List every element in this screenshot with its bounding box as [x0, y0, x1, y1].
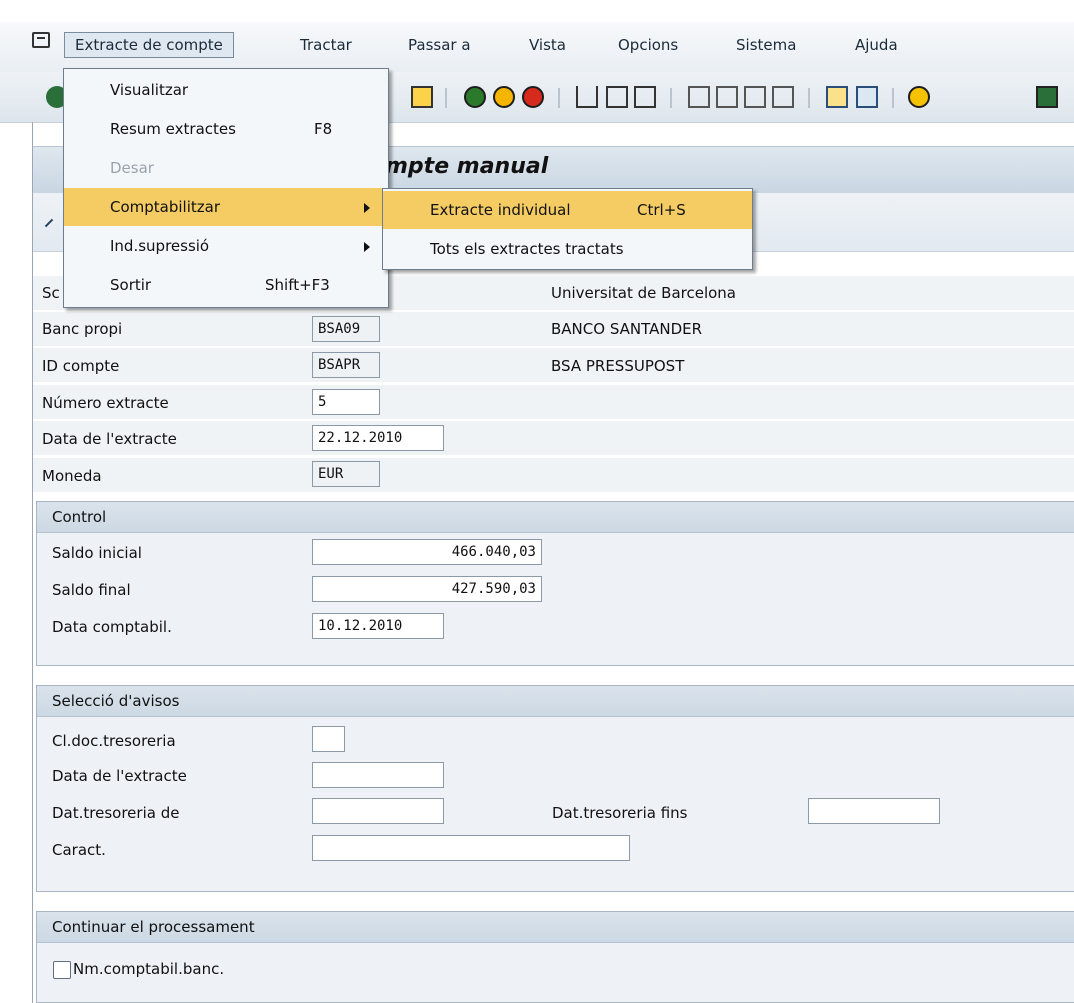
menu-opcions[interactable]: Opcions: [618, 36, 678, 54]
menu-item-label: Comptabilitzar: [110, 198, 220, 216]
banc-propi-field: BSA09: [312, 316, 380, 342]
moneda-label: Moneda: [42, 467, 102, 485]
previous-page-icon[interactable]: [716, 86, 738, 108]
nm-comptabil-banc-label: Nm.comptabil.banc.: [73, 960, 225, 978]
menu-item-shortcut: F8: [314, 120, 333, 138]
form-row: [33, 385, 1074, 419]
id-compte-field: BSAPR: [312, 352, 380, 378]
form-row: [33, 421, 1074, 455]
seleccio-avisos-header: [37, 686, 1074, 717]
toolbar-separator: [558, 88, 560, 108]
submenu-arrow-icon: [364, 203, 370, 213]
help-icon[interactable]: [908, 86, 930, 108]
find-icon[interactable]: [606, 86, 628, 108]
next-page-icon[interactable]: [744, 86, 766, 108]
numero-extracte-field[interactable]: 5: [312, 389, 380, 415]
menu-item-shortcut: Shift+F3: [265, 276, 330, 294]
caract-label: Caract.: [52, 841, 106, 859]
menu-item-desar: Desar: [64, 149, 388, 187]
save-icon[interactable]: [411, 86, 433, 108]
comptabilitzar-submenu: Extracte individual Ctrl+S Tots els extr…: [382, 188, 753, 270]
menu-vista[interactable]: Vista: [529, 36, 566, 54]
societat-description: Universitat de Barcelona: [551, 284, 736, 302]
toolbar-separator: [670, 88, 672, 108]
back-icon[interactable]: [464, 86, 486, 108]
menu-item-sortir[interactable]: Sortir Shift+F3: [64, 266, 388, 304]
nm-comptabil-banc-checkbox[interactable]: [53, 961, 71, 979]
data-comptabil-field[interactable]: 10.12.2010: [312, 613, 444, 639]
menu-sistema[interactable]: Sistema: [736, 36, 796, 54]
saldo-final-label: Saldo final: [52, 581, 131, 599]
extracte-de-compte-menu: Visualitzar Resum extractes F8 Desar Com…: [63, 68, 389, 308]
societat-label: Sc: [42, 284, 60, 302]
submenu-item-shortcut: Ctrl+S: [637, 201, 686, 219]
toolbar-separator: [892, 88, 894, 108]
submenu-item-label: Tots els extractes tractats: [430, 240, 624, 258]
page-title: mpte manual: [385, 154, 549, 179]
shortcut-icon[interactable]: [856, 86, 878, 108]
menu-item-label: Sortir: [110, 276, 152, 294]
dat-tresoreria-fins-label: Dat.tresoreria fins: [552, 804, 688, 822]
last-page-icon[interactable]: [772, 86, 794, 108]
dat-tresoreria-de-label: Dat.tresoreria de: [52, 804, 180, 822]
menu-item-ind-supressio[interactable]: Ind.supressió: [64, 227, 388, 265]
print-icon[interactable]: [576, 86, 598, 108]
first-page-icon[interactable]: [688, 86, 710, 108]
find-next-icon[interactable]: [634, 86, 656, 108]
cl-doc-tresoreria-field[interactable]: [312, 726, 345, 752]
menu-extracte-de-compte[interactable]: Extracte de compte: [64, 32, 234, 58]
menu-item-resum-extractes[interactable]: Resum extractes F8: [64, 110, 388, 148]
continuar-processament-title: Continuar el processament: [52, 918, 255, 936]
menu-tractar[interactable]: Tractar: [300, 36, 352, 54]
control-group: Control Saldo inicial 466.040,03 Saldo f…: [36, 501, 1074, 666]
menu-item-label: Resum extractes: [110, 120, 236, 138]
submenu-item-extracte-individual[interactable]: Extracte individual Ctrl+S: [383, 191, 752, 229]
seleccio-avisos-group: Selecció d'avisos Cl.doc.tresoreria Data…: [36, 685, 1074, 892]
toolbar-separator: [808, 88, 810, 108]
moneda-field: EUR: [312, 461, 380, 487]
frame-border: [32, 122, 33, 1003]
control-group-title: Control: [52, 508, 107, 526]
caract-field[interactable]: [312, 835, 630, 861]
new-session-icon[interactable]: [826, 86, 848, 108]
seleccio-data-extracte-label: Data de l'extracte: [52, 767, 187, 785]
numero-extracte-label: Número extracte: [42, 394, 169, 412]
system-menu-icon[interactable]: [32, 32, 50, 48]
cancel-icon[interactable]: [522, 86, 544, 108]
cl-doc-tresoreria-label: Cl.doc.tresoreria: [52, 732, 176, 750]
seleccio-avisos-title: Selecció d'avisos: [52, 692, 180, 710]
saldo-final-field[interactable]: 427.590,03: [312, 576, 542, 602]
submenu-item-label: Extracte individual: [430, 201, 571, 219]
submenu-item-tots-els-extractes[interactable]: Tots els extractes tractats: [383, 230, 752, 268]
menu-item-comptabilitzar[interactable]: Comptabilitzar: [64, 188, 388, 226]
data-extracte-label: Data de l'extracte: [42, 430, 177, 448]
exit-icon[interactable]: [493, 86, 515, 108]
submenu-arrow-icon: [364, 242, 370, 252]
menu-item-label: Ind.supressió: [110, 237, 210, 255]
data-comptabil-label: Data comptabil.: [52, 618, 172, 636]
toolbar-separator: [445, 88, 447, 108]
banc-propi-label: Banc propi: [42, 320, 123, 338]
id-compte-description: BSA PRESSUPOST: [551, 357, 685, 375]
menu-passar-a[interactable]: Passar a: [408, 36, 471, 54]
form-row: [33, 458, 1074, 492]
dat-tresoreria-fins-field[interactable]: [808, 798, 940, 824]
menu-item-visualitzar[interactable]: Visualitzar: [64, 71, 388, 109]
id-compte-label: ID compte: [42, 357, 120, 375]
control-group-header: [37, 502, 1074, 533]
continuar-processament-group: Continuar el processament Nm.comptabil.b…: [36, 911, 1074, 1003]
layout-icon[interactable]: [1036, 86, 1058, 108]
banc-propi-description: BANCO SANTANDER: [551, 320, 703, 338]
menu-ajuda[interactable]: Ajuda: [855, 36, 898, 54]
menu-item-label: Visualitzar: [110, 81, 189, 99]
menu-item-label: Desar: [110, 159, 154, 177]
saldo-inicial-label: Saldo inicial: [52, 544, 142, 562]
seleccio-data-extracte-field[interactable]: [312, 762, 444, 788]
saldo-inicial-field[interactable]: 466.040,03: [312, 539, 542, 565]
data-extracte-field[interactable]: 22.12.2010: [312, 425, 444, 451]
dat-tresoreria-de-field[interactable]: [312, 798, 444, 824]
